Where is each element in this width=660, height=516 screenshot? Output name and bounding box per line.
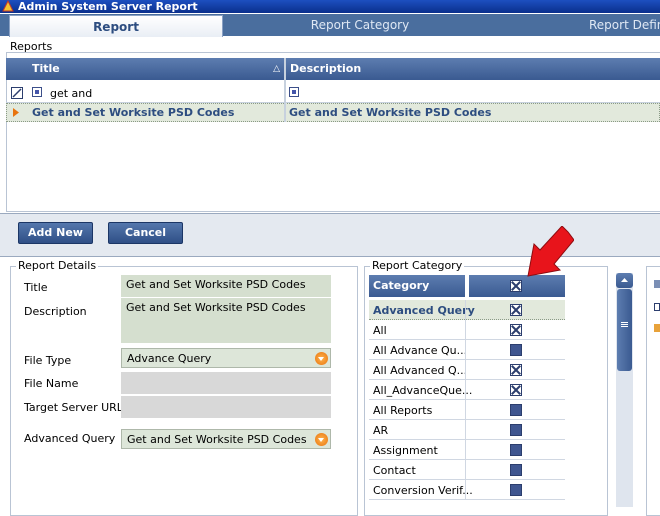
- title-filter-option[interactable]: [32, 87, 42, 97]
- filter-edit-icon: [11, 87, 23, 99]
- title-bar: Admin System Server Report: [0, 0, 660, 13]
- chevron-down-icon[interactable]: [315, 433, 328, 446]
- grid-corner: [6, 58, 28, 80]
- cell-divider: [465, 380, 466, 400]
- advanced-query-label: Advanced Query: [24, 432, 116, 445]
- list-item[interactable]: Assignment: [369, 440, 565, 460]
- report-category-label: Report Category: [370, 259, 465, 272]
- list-item[interactable]: Contact: [369, 460, 565, 480]
- advanced-query-value: Get and Set Worksite PSD Codes: [127, 433, 307, 446]
- category-name: AR: [373, 424, 389, 437]
- tab-strip: Report Report Category Report Definiti: [0, 14, 660, 37]
- cell-divider: [465, 400, 466, 420]
- category-name: All_AdvanceQue...: [373, 384, 473, 397]
- column-header-title-label: Title: [32, 62, 60, 75]
- sort-asc-icon: △: [273, 64, 280, 74]
- add-new-button[interactable]: Add New: [18, 222, 93, 244]
- window-title: Admin System Server Report: [18, 0, 198, 13]
- category-checkbox[interactable]: [510, 324, 522, 336]
- description-filter-option[interactable]: [289, 87, 299, 97]
- chevron-down-icon[interactable]: [315, 352, 328, 365]
- category-name: Advanced Query: [373, 304, 475, 317]
- toolbar-icon[interactable]: [654, 280, 660, 288]
- target-server-url-field[interactable]: [121, 396, 331, 418]
- folder-icon[interactable]: [654, 324, 660, 332]
- cell-divider: [465, 340, 466, 360]
- scroll-up-button[interactable]: [616, 273, 633, 288]
- file-type-label: File Type: [24, 354, 72, 367]
- category-checkbox[interactable]: [510, 484, 522, 496]
- description-label: Description: [24, 305, 87, 318]
- cell-divider: [465, 480, 466, 500]
- list-item[interactable]: Advanced Query: [369, 300, 565, 320]
- target-server-url-label: Target Server URL: [24, 401, 123, 414]
- title-filter-input[interactable]: get and: [50, 87, 92, 100]
- annotation-arrow-icon: [527, 226, 574, 277]
- category-name: All Advance Qu...: [373, 344, 468, 357]
- chevron-up-icon: [621, 278, 628, 282]
- tab-report-definition[interactable]: Report Definiti: [560, 14, 660, 36]
- category-name: All: [373, 324, 387, 337]
- category-name: Contact: [373, 464, 416, 477]
- select-all-checkbox[interactable]: [510, 280, 522, 292]
- category-checkbox[interactable]: [510, 444, 522, 456]
- column-header-title[interactable]: Title △: [28, 58, 284, 80]
- category-checkbox[interactable]: [510, 404, 522, 416]
- report-description-cell[interactable]: Get and Set Worksite PSD Codes: [289, 106, 491, 119]
- list-item[interactable]: All Advance Qu...: [369, 340, 565, 360]
- cell-divider: [465, 460, 466, 480]
- app-icon: [2, 0, 14, 12]
- title-label: Title: [24, 281, 48, 294]
- cancel-button[interactable]: Cancel: [108, 222, 183, 244]
- title-field[interactable]: Get and Set Worksite PSD Codes: [121, 275, 331, 297]
- file-name-label: File Name: [24, 377, 79, 390]
- row-indicator-icon: [13, 108, 19, 117]
- cell-divider: [465, 360, 466, 380]
- description-filter-input[interactable]: [305, 85, 655, 101]
- column-header-description[interactable]: Description: [286, 58, 660, 80]
- tab-report[interactable]: Report: [9, 15, 223, 37]
- file-type-value: Advance Query: [127, 352, 212, 365]
- list-item[interactable]: All: [369, 320, 565, 340]
- report-title-cell[interactable]: Get and Set Worksite PSD Codes: [32, 106, 234, 119]
- file-type-dropdown[interactable]: Advance Query: [121, 348, 331, 368]
- list-item[interactable]: All_AdvanceQue...: [369, 380, 565, 400]
- list-item[interactable]: All Advanced Q...: [369, 360, 565, 380]
- grip-icon: [621, 322, 628, 323]
- description-field[interactable]: Get and Set Worksite PSD Codes: [121, 298, 331, 343]
- cell-divider: [465, 420, 466, 440]
- edit-icon[interactable]: [654, 303, 660, 311]
- category-checkbox[interactable]: [510, 424, 522, 436]
- category-checkbox[interactable]: [510, 304, 522, 316]
- cell-divider: [465, 440, 466, 460]
- category-checkbox[interactable]: [510, 364, 522, 376]
- category-checkbox[interactable]: [510, 464, 522, 476]
- category-name: All Advanced Q...: [373, 364, 468, 377]
- scroll-thumb[interactable]: [617, 289, 632, 371]
- tab-report-category[interactable]: Report Category: [252, 14, 468, 36]
- category-name: All Reports: [373, 404, 433, 417]
- cell-divider: [465, 320, 466, 340]
- list-item[interactable]: Conversion Verif...: [369, 480, 565, 500]
- category-checkbox[interactable]: [510, 384, 522, 396]
- category-name: Assignment: [373, 444, 438, 457]
- cell-divider: [465, 300, 466, 320]
- column-divider: [284, 58, 286, 122]
- category-column-header[interactable]: Category: [369, 275, 465, 297]
- file-name-field[interactable]: [121, 372, 331, 394]
- category-name: Conversion Verif...: [373, 484, 473, 497]
- category-checkbox[interactable]: [510, 344, 522, 356]
- report-details-label: Report Details: [16, 259, 99, 272]
- list-item[interactable]: All Reports: [369, 400, 565, 420]
- list-item[interactable]: AR: [369, 420, 565, 440]
- advanced-query-dropdown[interactable]: Get and Set Worksite PSD Codes: [121, 429, 331, 449]
